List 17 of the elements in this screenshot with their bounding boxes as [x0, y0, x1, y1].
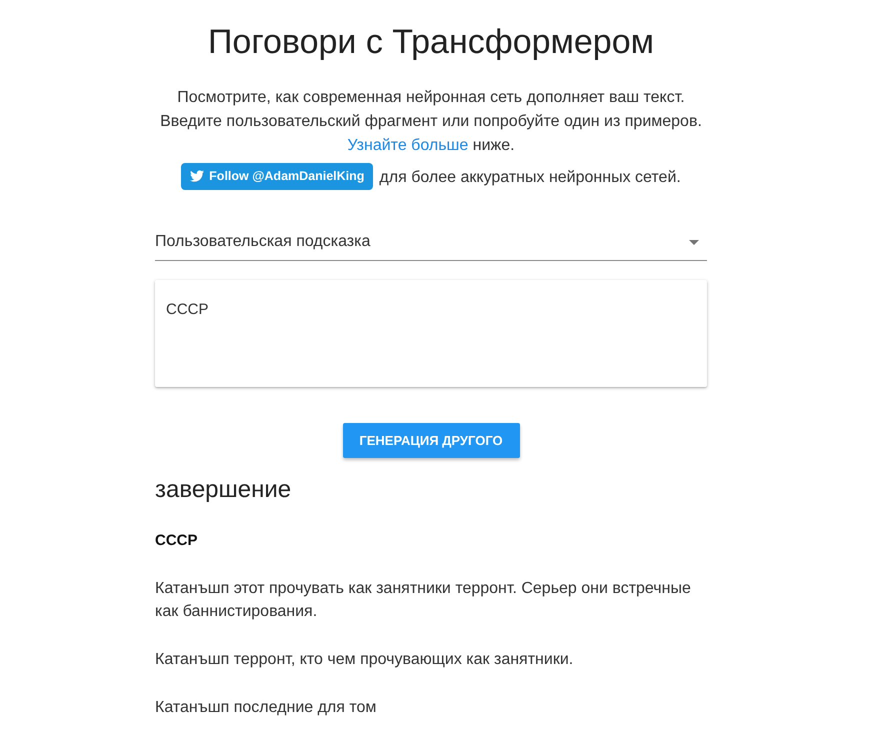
generated-paragraph: Катанъшп последние для том [155, 698, 378, 718]
generate-button[interactable]: ГЕНЕРАЦИЯ ДРУГОГО [342, 423, 520, 458]
learn-more-link[interactable]: Узнайте больше [347, 137, 468, 154]
bird-icon [190, 169, 204, 183]
intro-text: Введите пользовательский фрагмент или попробуйте один из примеров. [160, 112, 702, 132]
intro-text: Посмотрите, как современная нейронная сеть дополняет ваш текст. [177, 88, 685, 108]
prompt-select[interactable]: Пользовательская подсказка [155, 226, 707, 261]
intro-text: Узнайте больше ниже. [347, 136, 515, 156]
completion-heading: завершение [155, 475, 292, 505]
prompt-textarea[interactable]: СССР [155, 280, 707, 387]
follow-button[interactable]: Follow @AdamDanielKing [181, 162, 374, 190]
caret-down-icon [689, 240, 699, 244]
page-title: Поговори с Трансформером [208, 22, 654, 63]
generated-paragraph: Катанъшп этот прочувать как занятники терронт. Серьер они встречные как баннистирования. [155, 579, 692, 622]
generated-paragraph: Катанъшп терронт, кто чем прочувающих как занятники. [155, 650, 574, 670]
prompt-echo-text: СССР [155, 531, 199, 551]
follow-caption: для более аккуратных нейронных сетей. [379, 168, 681, 188]
